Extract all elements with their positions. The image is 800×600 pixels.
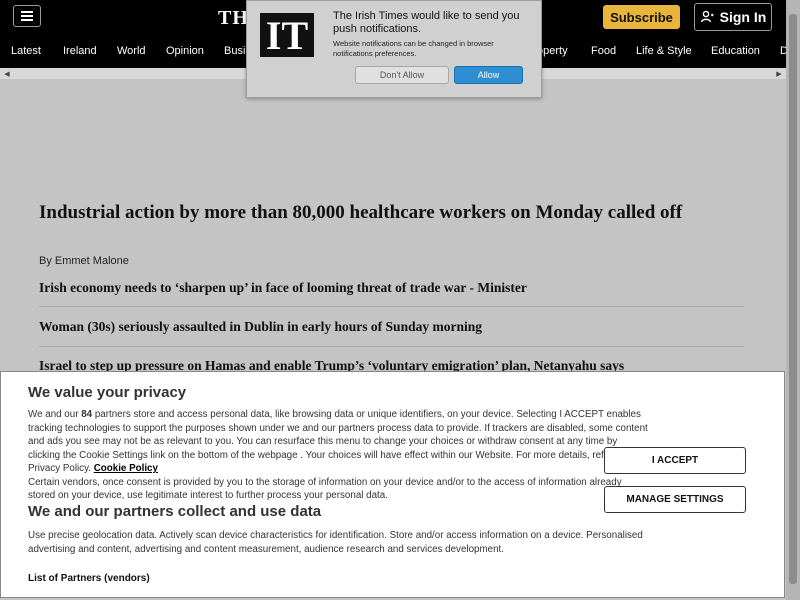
consent-title: We value your privacy <box>28 384 187 401</box>
notification-subtitle: Website notifications can be changed in … <box>333 39 494 58</box>
irish-times-logo: IT <box>260 13 314 58</box>
divider <box>39 346 744 347</box>
notification-title: The Irish Times would like to send you p… <box>333 10 520 35</box>
divider <box>39 306 744 307</box>
main-headline[interactable]: Industrial action by more than 80,000 he… <box>39 202 719 224</box>
nav-item-life-style[interactable]: Life & Style <box>636 45 692 57</box>
notification-prompt: IT The Irish Times would like to send yo… <box>246 0 542 98</box>
article-link[interactable]: Woman (30s) seriously assaulted in Dubli… <box>39 319 759 335</box>
body-after: Certain vendors, once consent is provide… <box>28 476 622 502</box>
allow-button[interactable]: Allow <box>454 66 523 84</box>
nav-item-food[interactable]: Food <box>591 45 616 57</box>
nav-item-business[interactable]: Busi <box>224 45 245 57</box>
menu-icon[interactable] <box>13 5 41 27</box>
user-icon <box>700 10 714 23</box>
partners-link[interactable]: List of Partners (vendors) <box>28 573 150 584</box>
sign-in-label: Sign In <box>719 9 767 25</box>
scroll-left-icon[interactable]: ◀ <box>2 68 12 79</box>
cookie-policy-link[interactable]: Cookie Policy <box>94 463 158 474</box>
page-scrollbar[interactable] <box>786 0 800 600</box>
consent-subtitle: We and our partners collect and use data <box>28 503 322 520</box>
accept-button[interactable]: I ACCEPT <box>604 447 746 474</box>
dont-allow-button[interactable]: Don't Allow <box>355 66 449 84</box>
consent-body: We and our 84 partners store and access … <box>28 408 648 503</box>
subscribe-button[interactable]: Subscribe <box>603 5 680 29</box>
sign-in-button[interactable]: Sign In <box>694 3 772 31</box>
purposes-text: Use precise geolocation data. Actively s… <box>28 530 643 555</box>
article-link[interactable]: Irish economy needs to ‘sharpen up’ in f… <box>39 280 759 296</box>
nav-item-ireland[interactable]: Ireland <box>63 45 97 57</box>
scrollbar-thumb[interactable] <box>789 14 797 584</box>
partner-count: 84 <box>81 409 93 420</box>
scroll-right-icon[interactable]: ▶ <box>774 68 784 79</box>
nav-item-latest[interactable]: Latest <box>11 45 41 57</box>
body-prefix: We and our <box>28 409 82 420</box>
consent-dialog: We value your privacy We and our 84 part… <box>0 371 785 598</box>
manage-settings-button[interactable]: MANAGE SETTINGS <box>604 486 746 513</box>
byline: By Emmet Malone <box>39 255 129 267</box>
nav-item-opinion[interactable]: Opinion <box>166 45 204 57</box>
nav-item-education[interactable]: Education <box>711 45 760 57</box>
nav-item-world[interactable]: World <box>117 45 146 57</box>
